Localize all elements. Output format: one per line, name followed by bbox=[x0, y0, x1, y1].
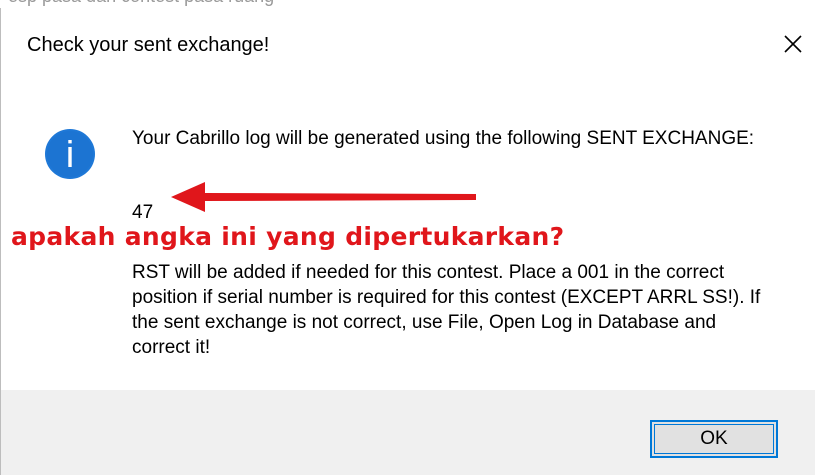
dialog-titlebar[interactable]: Check your sent exchange! bbox=[1, 8, 815, 80]
red-arrow-annotation bbox=[171, 182, 476, 212]
dialog-title: Check your sent exchange! bbox=[27, 34, 270, 56]
close-icon bbox=[784, 35, 802, 53]
info-icon bbox=[44, 128, 96, 180]
ok-button-focus-ring bbox=[654, 424, 774, 454]
dialog-footer: OK bbox=[1, 390, 815, 475]
dialog-message: Your Cabrillo log will be generated usin… bbox=[132, 128, 755, 149]
ok-button[interactable]: OK bbox=[650, 420, 778, 458]
dialog-note: RST will be added if needed for this con… bbox=[132, 262, 761, 358]
message-dialog: Check your sent exchange! Your Cabrillo … bbox=[0, 8, 815, 475]
close-button[interactable] bbox=[771, 22, 815, 66]
background-partial-text: esp pasa dan contest pasa ruang bbox=[8, 0, 468, 8]
sent-exchange-value: 47 bbox=[132, 202, 154, 223]
dialog-content: Your Cabrillo log will be generated usin… bbox=[1, 80, 815, 390]
annotation-text: apakah angka ini yang dipertukarkan? bbox=[11, 222, 565, 251]
